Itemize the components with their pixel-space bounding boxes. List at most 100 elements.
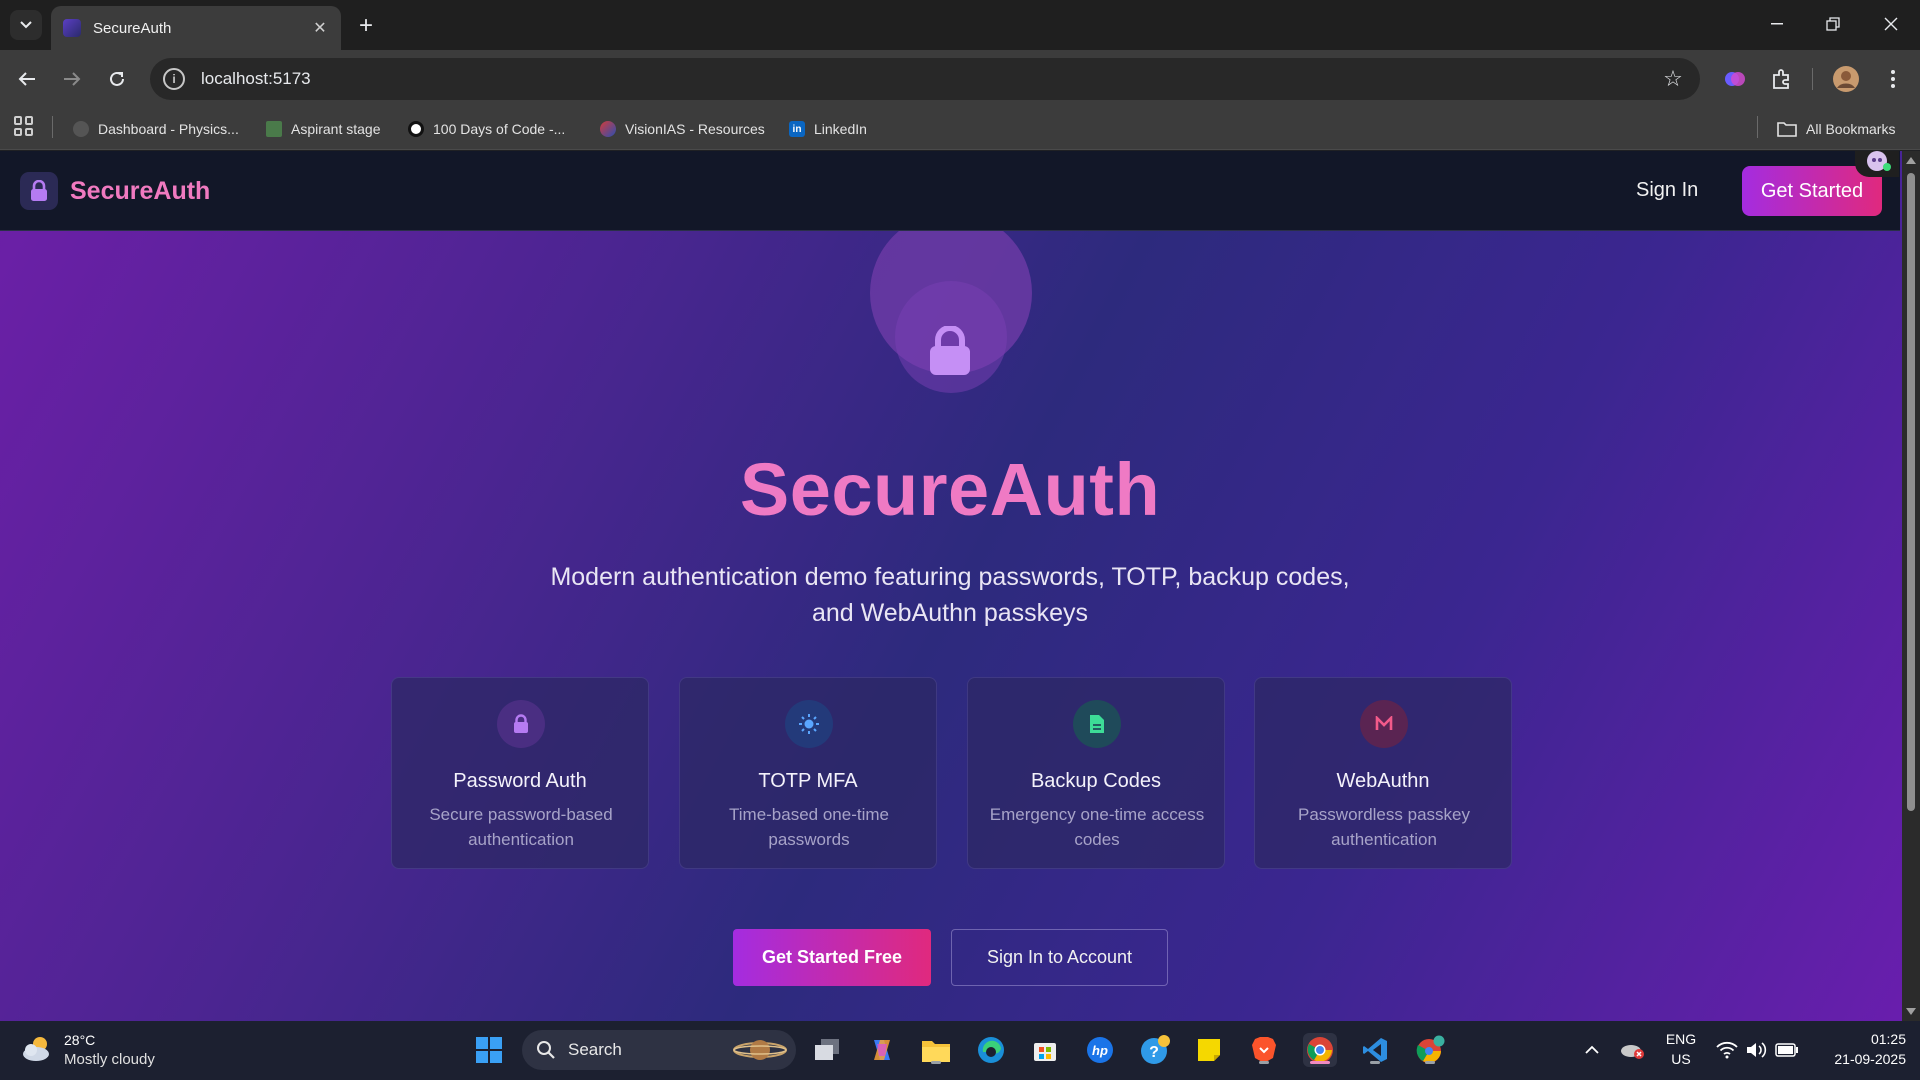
volume-icon[interactable] [1740,1033,1774,1067]
bookmark-dashboard-physics[interactable]: Dashboard - Physics... [73,118,239,140]
tab-favicon [63,19,81,37]
battery-icon[interactable] [1770,1033,1804,1067]
language-indicator[interactable]: ENG [1664,1031,1698,1047]
reload-button[interactable] [102,64,132,94]
logo-badge[interactable] [20,172,58,210]
cloudy-weather-icon[interactable] [20,1033,56,1063]
feature-card-password: Password Auth Secure password-based auth… [391,677,649,869]
chevron-up-icon[interactable] [1575,1033,1609,1067]
logo-lock-icon [31,180,47,201]
wifi-icon[interactable] [1710,1033,1744,1067]
feature-title: TOTP MFA [758,770,858,792]
bookmark-aspirant-stage[interactable]: Aspirant stage [266,118,381,140]
kebab-menu-icon [1891,70,1895,88]
microsoft-store-icon[interactable] [1028,1033,1062,1067]
document-icon [1073,700,1121,748]
windows-start-icon[interactable] [472,1033,506,1067]
reload-icon [110,71,124,86]
address-bar[interactable]: i localhost:5173 ☆ [150,58,1700,100]
copilot-icon[interactable] [865,1033,899,1067]
svg-text:?: ? [1149,1044,1159,1061]
tab-search-button[interactable] [10,10,42,40]
feature-description: Passwordless passkey authentication [1298,805,1470,849]
onedrive-offline-icon[interactable] [1615,1033,1649,1067]
file-explorer-icon[interactable] [919,1033,953,1067]
extension-brain-icon[interactable] [1720,64,1750,94]
search-icon [537,1041,555,1059]
search-label: Search [568,1040,622,1059]
task-view-icon[interactable] [810,1033,844,1067]
bookmark-label: Dashboard - Physics... [98,121,239,137]
lock-icon [497,700,545,748]
edge-icon[interactable] [974,1033,1008,1067]
assistant-avatar-icon [1867,151,1891,171]
weather-description[interactable]: Mostly cloudy [64,1051,155,1068]
browser-toolbar: i localhost:5173 ☆ [0,50,1920,108]
tab-strip: SecureAuth ✕ + [0,0,1920,50]
get-started-free-button[interactable]: Get Started Free [733,929,931,986]
taskbar-search-box[interactable]: Search [522,1030,796,1070]
passkey-icon [1360,700,1408,748]
vscode-icon[interactable] [1358,1033,1392,1067]
weather-temperature[interactable]: 28°C [64,1032,95,1048]
bookmark-star-icon[interactable]: ☆ [1658,64,1688,94]
running-indicator [931,1061,941,1064]
bookmark-visionias[interactable]: VisionIAS - Resources [600,118,765,140]
hp-icon[interactable]: hp [1083,1033,1117,1067]
url-text[interactable]: localhost:5173 [201,69,1658,89]
running-indicator [1425,1061,1435,1064]
scrollbar-thumb[interactable] [1907,173,1915,811]
site-info-icon[interactable]: i [163,68,185,90]
brave-browser-icon[interactable] [1247,1033,1281,1067]
toolbar-divider [1812,68,1813,90]
clock-time[interactable]: 01:25 [1806,1031,1906,1047]
active-indicator [1310,1061,1330,1064]
chrome-icon-active[interactable] [1303,1033,1337,1067]
minimize-icon [1771,23,1783,25]
tab-title: SecureAuth [93,19,172,37]
saturn-search-highlight-icon [733,1040,787,1060]
visionias-favicon-icon [600,121,616,137]
region-indicator[interactable]: US [1664,1051,1698,1067]
logo-text[interactable]: SecureAuth [70,177,210,206]
code-favicon-icon [408,121,424,137]
linkedin-icon: in [789,121,805,137]
sign-in-to-account-button[interactable]: Sign In to Account [951,929,1168,986]
help-icon[interactable]: ? [1138,1033,1172,1067]
restore-button[interactable] [1808,6,1858,42]
svg-text:hp: hp [1092,1043,1108,1058]
sticky-notes-icon[interactable] [1192,1033,1226,1067]
minimize-button[interactable] [1752,6,1802,42]
all-bookmarks-button[interactable]: All Bookmarks [1777,118,1895,140]
scroll-up-arrow-icon[interactable] [1906,157,1916,164]
chrome-profile-icon[interactable] [1413,1033,1447,1067]
running-indicator [1259,1061,1269,1064]
all-bookmarks-label: All Bookmarks [1806,121,1896,137]
bookmark-100-days-of-code[interactable]: 100 Days of Code -... [408,118,565,140]
bookmark-linkedin[interactable]: in LinkedIn [789,118,867,140]
windows-taskbar: 28°C Mostly cloudy Search hp ? ENG US 01… [0,1021,1920,1080]
feature-card-backup: Backup Codes Emergency one-time access c… [967,677,1225,869]
extensions-puzzle-icon[interactable] [1767,64,1797,94]
feature-title: Password Auth [453,770,587,792]
profile-avatar[interactable] [1831,64,1861,94]
bookmark-label: Aspirant stage [291,121,381,137]
hero-subtitle: Modern authentication demo featuring pas… [550,563,1350,627]
bookmarks-divider-right [1757,116,1758,138]
bookmarks-divider [52,116,53,138]
browser-menu-button[interactable] [1878,64,1908,94]
back-button[interactable] [12,64,42,94]
new-tab-button[interactable]: + [352,12,380,40]
page-scrollbar[interactable] [1902,151,1920,1021]
scroll-down-arrow-icon[interactable] [1906,1008,1916,1015]
clock-date[interactable]: 21-09-2025 [1806,1051,1906,1067]
header-sign-in-link[interactable]: Sign In [1636,179,1698,202]
forward-button[interactable] [57,64,87,94]
close-tab-icon[interactable]: ✕ [311,19,329,37]
active-tab[interactable]: SecureAuth ✕ [51,6,341,50]
running-indicator [1370,1061,1380,1064]
arrow-right-icon [64,72,81,86]
floating-assistant-badge[interactable] [1855,151,1899,177]
close-window-button[interactable] [1866,6,1916,42]
apps-grid-icon[interactable] [14,116,34,136]
